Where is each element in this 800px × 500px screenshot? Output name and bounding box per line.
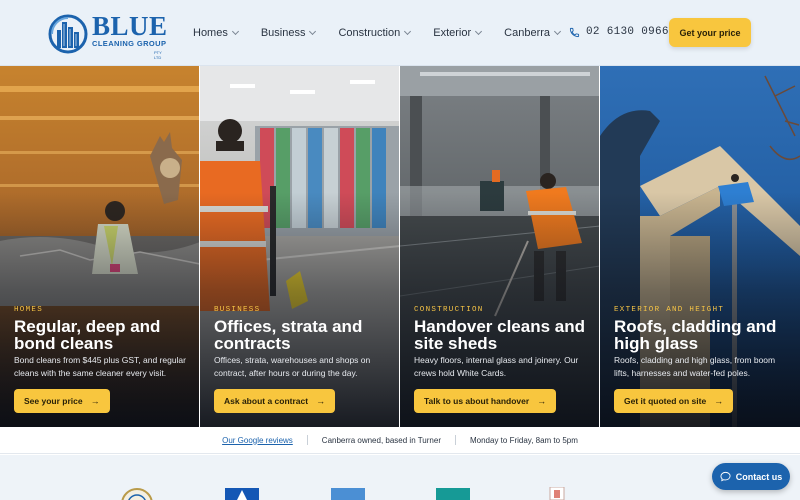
hours-text: Monday to Friday, 8am to 5pm	[469, 435, 578, 445]
see-your-price-button[interactable]: See your price →	[14, 389, 110, 413]
panel-business: BUSINESS Offices, strata and contracts O…	[200, 66, 400, 427]
ownership-text: Canberra owned, based in Turner	[321, 435, 441, 445]
logo-suffix: PTY LTD	[154, 50, 162, 60]
panel-description: Offices, strata, warehouses and shops on…	[214, 355, 371, 378]
chat-bubble-icon	[720, 471, 731, 482]
arrow-right-icon: →	[316, 396, 326, 406]
trust-strip: Our Google reviews Canberra owned, based…	[0, 427, 800, 454]
panel-description: Heavy floors, internal glass and joinery…	[414, 355, 579, 378]
panel-exterior: EXTERIOR AND HEIGHT Roofs, cladding and …	[600, 66, 800, 427]
panel-eyebrow: BUSINESS	[214, 306, 261, 314]
nav-item-construction[interactable]: Construction	[338, 25, 412, 41]
panel-construction: CONSTRUCTION Handover cleans and site sh…	[400, 66, 600, 427]
nav-item-exterior[interactable]: Exterior	[433, 25, 483, 41]
nav-item-homes[interactable]: Homes	[193, 25, 239, 41]
get-price-button[interactable]: Get your price	[669, 18, 751, 47]
logo-subtitle: CLEANING GROUP	[92, 39, 167, 48]
panel-homes: HOMES Regular, deep and bond cleans Bond…	[0, 66, 200, 427]
service-panels: HOMES Regular, deep and bond cleans Bond…	[0, 66, 800, 427]
panel-title: Roofs, cladding and high glass	[614, 317, 777, 353]
teal-badge-icon	[436, 488, 470, 500]
talk-handover-button[interactable]: Talk to us about handover →	[414, 389, 557, 413]
nav-label: Business	[260, 27, 306, 39]
chevron-down-icon	[309, 27, 317, 36]
get-quoted-button[interactable]: Get it quoted on site →	[614, 389, 734, 413]
company-logo[interactable]: BLUE CLEANING GROUP PTY LTD	[48, 11, 168, 60]
logo-wordmark: BLUE	[92, 11, 168, 41]
accreditation-logos	[0, 455, 800, 500]
ask-about-contract-button[interactable]: Ask about a contract →	[214, 389, 336, 413]
site-header: BLUE CLEANING GROUP PTY LTD Homes Busine…	[0, 0, 800, 66]
button-label: See your price	[24, 396, 83, 406]
main-nav: Homes Business Construction Exterior Can…	[193, 25, 583, 41]
shield-badge-icon	[549, 487, 565, 500]
button-label: Ask about a contract	[224, 396, 309, 406]
seal-badge-icon	[121, 488, 153, 500]
chevron-down-icon	[231, 27, 239, 36]
contact-us-chat-button[interactable]: Contact us	[712, 463, 790, 490]
nav-item-business[interactable]: Business	[260, 25, 317, 41]
divider	[306, 435, 308, 445]
chevron-down-icon	[404, 27, 412, 36]
nav-label: Canberra	[504, 27, 551, 39]
phone-number: 02 6130 0966	[586, 26, 669, 38]
panel-description: Bond cleans from $445 plus GST, and regu…	[14, 355, 186, 378]
blue-badge-icon	[331, 488, 365, 500]
panel-description: Roofs, cladding and high glass, from boo…	[614, 355, 776, 378]
triangle-badge-icon	[225, 488, 259, 500]
chat-label: Contact us	[735, 471, 783, 482]
logo-emblem-icon	[48, 14, 88, 54]
nav-label: Homes	[193, 27, 228, 39]
google-reviews-link[interactable]: Our Google reviews	[222, 436, 293, 445]
arrow-right-icon: →	[714, 396, 724, 406]
panel-title: Offices, strata and contracts	[214, 317, 363, 353]
panel-eyebrow: CONSTRUCTION	[414, 306, 484, 314]
phone-icon	[569, 27, 580, 37]
arrow-right-icon: →	[537, 396, 547, 406]
panel-title: Regular, deep and bond cleans	[14, 317, 161, 353]
button-label: Talk to us about handover	[424, 396, 530, 406]
panel-title: Handover cleans and site sheds	[414, 317, 586, 353]
nav-item-canberra[interactable]: Canberra	[504, 25, 562, 41]
arrow-right-icon: →	[90, 396, 100, 406]
nav-label: Exterior	[433, 27, 472, 39]
panel-eyebrow: EXTERIOR AND HEIGHT	[614, 306, 725, 314]
chevron-down-icon	[553, 27, 562, 36]
divider	[454, 435, 456, 445]
chevron-down-icon	[475, 27, 483, 36]
nav-label: Construction	[338, 27, 401, 39]
phone-link[interactable]: 02 6130 0966	[569, 26, 669, 38]
button-label: Get it quoted on site	[624, 396, 707, 406]
panel-eyebrow: HOMES	[14, 306, 44, 314]
